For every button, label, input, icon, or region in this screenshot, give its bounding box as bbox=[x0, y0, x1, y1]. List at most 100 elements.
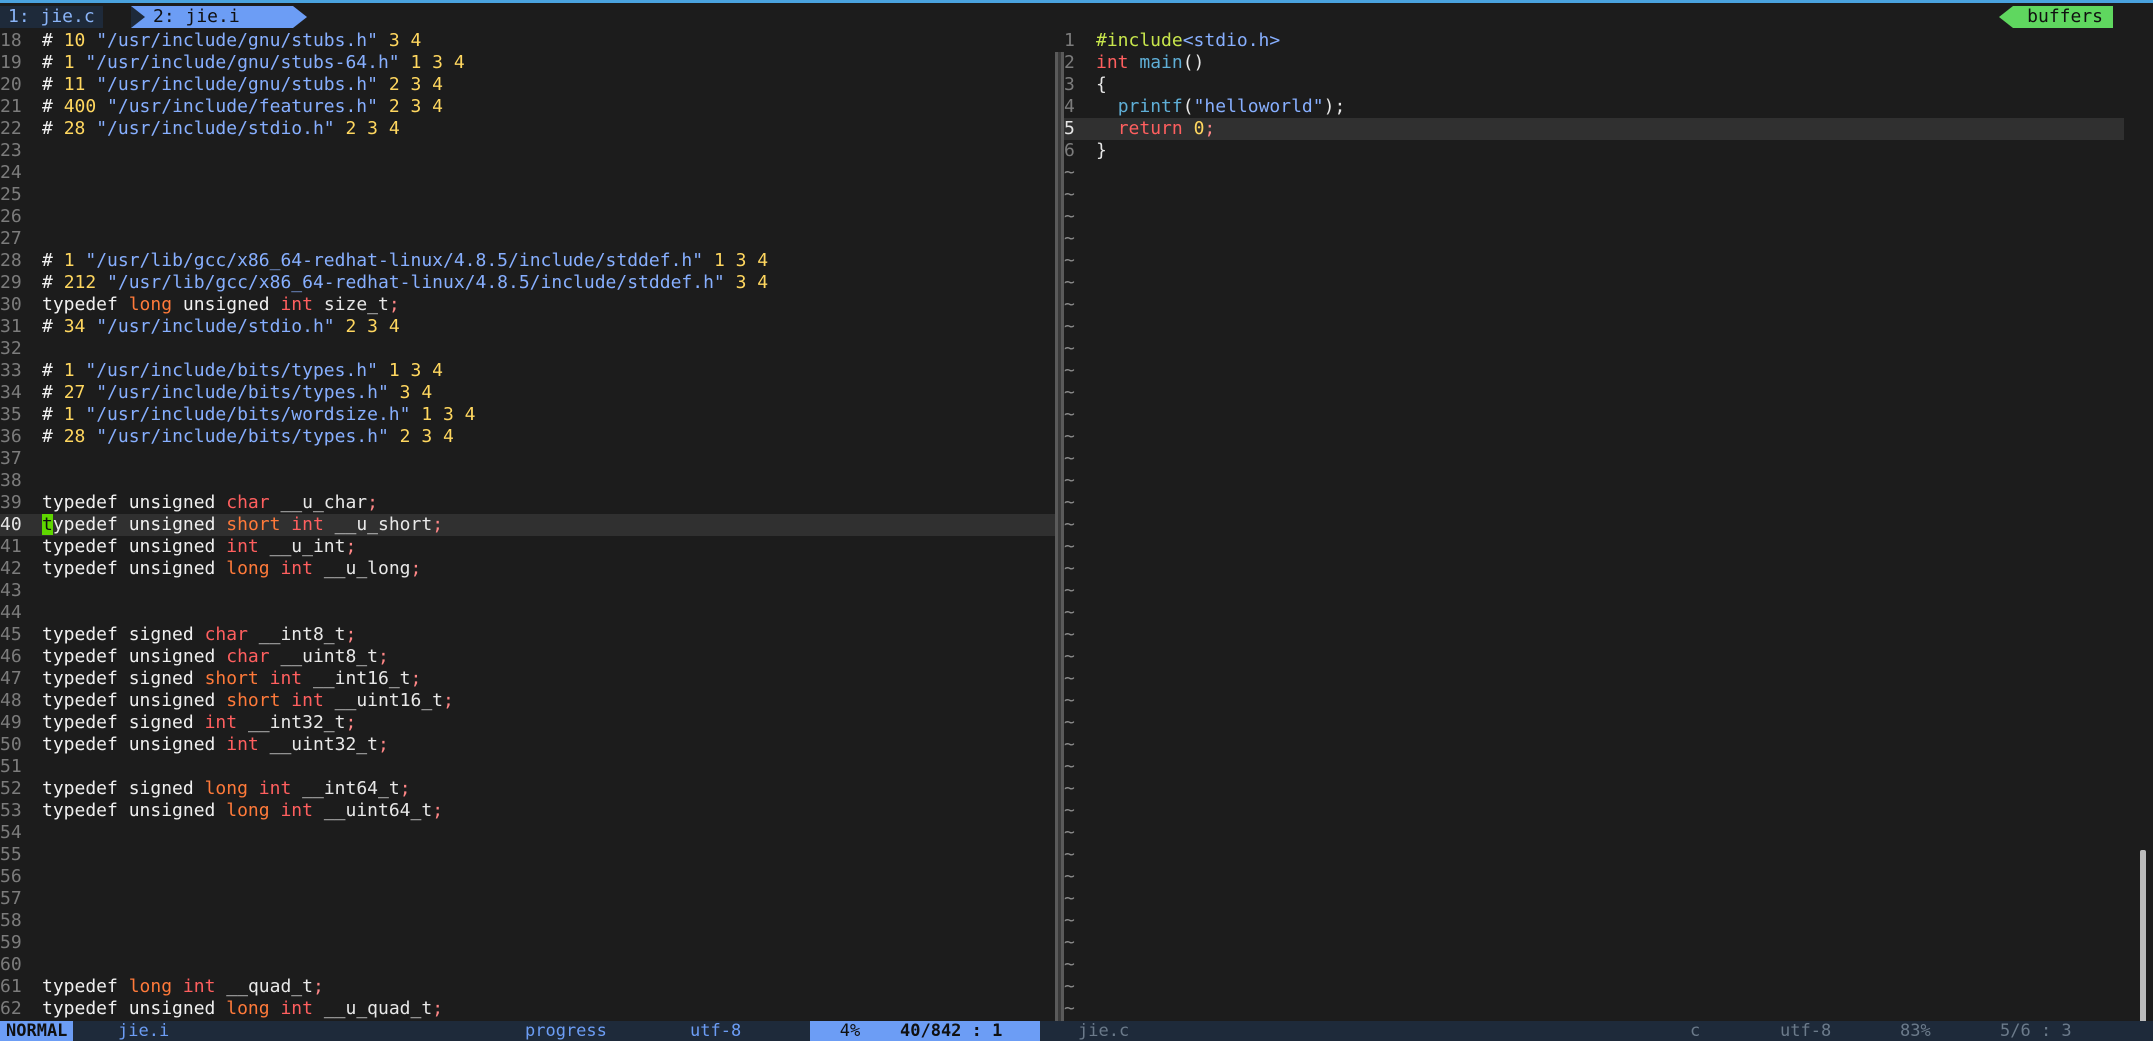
line-number: 46 bbox=[0, 646, 22, 667]
line-content: # 1 "/usr/include/bits/wordsize.h" 1 3 4 bbox=[42, 404, 476, 425]
empty-buffer-line: ~ bbox=[1064, 690, 1075, 711]
empty-buffer-line: ~ bbox=[1064, 360, 1075, 381]
status-filename: jie.i bbox=[118, 1021, 170, 1041]
left-code-line[interactable]: 21 # 400 "/usr/include/features.h" 2 3 4 bbox=[0, 96, 1055, 118]
right-code-line[interactable]: 4 printf("helloworld"); bbox=[1064, 96, 2124, 118]
line-number: 51 bbox=[0, 756, 22, 777]
left-code-line[interactable]: 34 # 27 "/usr/include/bits/types.h" 3 4 bbox=[0, 382, 1055, 404]
empty-buffer-line: ~ bbox=[1064, 426, 1075, 447]
empty-buffer-line: ~ bbox=[1064, 228, 1075, 249]
right-code-line[interactable]: 5 return 0; bbox=[1064, 118, 2124, 140]
line-number: 49 bbox=[0, 712, 22, 733]
left-code-line[interactable]: 57 bbox=[0, 888, 1055, 910]
left-code-line[interactable]: 37 bbox=[0, 448, 1055, 470]
empty-buffer-line: ~ bbox=[1064, 580, 1075, 601]
empty-buffer-line: ~ bbox=[1064, 514, 1075, 535]
left-code-line[interactable]: 50 typedef unsigned int __uint32_t; bbox=[0, 734, 1055, 756]
right-code-line[interactable]: 1 #include<stdio.h> bbox=[1064, 30, 2124, 52]
left-editor-pane[interactable]: 18 # 10 "/usr/include/gnu/stubs.h" 3 4 19 #… bbox=[0, 30, 1055, 1027]
line-number: 56 bbox=[0, 866, 22, 887]
left-code-line[interactable]: 56 bbox=[0, 866, 1055, 888]
left-code-line[interactable]: 22 # 28 "/usr/include/stdio.h" 2 3 4 bbox=[0, 118, 1055, 140]
empty-buffer-line: ~ bbox=[1064, 668, 1075, 689]
left-code-line[interactable]: 51 bbox=[0, 756, 1055, 778]
left-code-line[interactable]: 48 typedef unsigned short int __uint16_t; bbox=[0, 690, 1055, 712]
left-code-line[interactable]: 42 typedef unsigned long int __u_long; bbox=[0, 558, 1055, 580]
left-code-line[interactable]: 28 # 1 "/usr/lib/gcc/x86_64-redhat-linux/… bbox=[0, 250, 1055, 272]
left-code-line[interactable]: 27 bbox=[0, 228, 1055, 250]
line-content: typedef unsigned char __u_char; bbox=[42, 492, 378, 513]
tab-jie-i[interactable]: 2: jie.i bbox=[131, 6, 307, 28]
left-code-line[interactable]: 30 typedef long unsigned int size_t; bbox=[0, 294, 1055, 316]
left-code-line[interactable]: 25 bbox=[0, 184, 1055, 206]
line-content: typedef unsigned int __uint32_t; bbox=[42, 734, 389, 755]
line-number: 33 bbox=[0, 360, 22, 381]
left-code-line[interactable]: 58 bbox=[0, 910, 1055, 932]
left-code-line[interactable]: 53 typedef unsigned long int __uint64_t; bbox=[0, 800, 1055, 822]
left-code-line[interactable]: 32 bbox=[0, 338, 1055, 360]
line-number: 35 bbox=[0, 404, 22, 425]
left-code-line[interactable]: 45 typedef signed char __int8_t; bbox=[0, 624, 1055, 646]
line-content: typedef unsigned short int __uint16_t; bbox=[42, 690, 454, 711]
left-code-line[interactable]: 23 bbox=[0, 140, 1055, 162]
empty-buffer-line: ~ bbox=[1064, 206, 1075, 227]
line-number: 37 bbox=[0, 448, 22, 469]
left-code-line[interactable]: 55 bbox=[0, 844, 1055, 866]
right-code-line[interactable]: 3{ bbox=[1064, 74, 2124, 96]
status-right-encoding: utf-8 bbox=[1780, 1021, 1832, 1041]
left-code-line[interactable]: 59 bbox=[0, 932, 1055, 954]
left-code-line[interactable]: 24 bbox=[0, 162, 1055, 184]
left-code-line[interactable]: 40 typedef unsigned short int __u_short; bbox=[0, 514, 1055, 536]
left-code-line[interactable]: 60 bbox=[0, 954, 1055, 976]
line-content: typedef signed long int __int64_t; bbox=[42, 778, 411, 799]
left-code-line[interactable]: 36 # 28 "/usr/include/bits/types.h" 2 3 4 bbox=[0, 426, 1055, 448]
left-code-line[interactable]: 46 typedef unsigned char __uint8_t; bbox=[0, 646, 1055, 668]
line-number: 48 bbox=[0, 690, 22, 711]
left-code-line[interactable]: 31 # 34 "/usr/include/stdio.h" 2 3 4 bbox=[0, 316, 1055, 338]
left-code-line[interactable]: 54 bbox=[0, 822, 1055, 844]
line-content: typedef long int __quad_t; bbox=[42, 976, 324, 997]
line-number: 31 bbox=[0, 316, 22, 337]
line-content: typedef long unsigned int size_t; bbox=[42, 294, 400, 315]
left-code-line[interactable]: 52 typedef signed long int __int64_t; bbox=[0, 778, 1055, 800]
left-code-line[interactable]: 18 # 10 "/usr/include/gnu/stubs.h" 3 4 bbox=[0, 30, 1055, 52]
line-content: # 1 "/usr/include/gnu/stubs-64.h" 1 3 4 bbox=[42, 52, 465, 73]
left-code-line[interactable]: 43 bbox=[0, 580, 1055, 602]
empty-buffer-line: ~ bbox=[1064, 800, 1075, 821]
left-code-line[interactable]: 41 typedef unsigned int __u_int; bbox=[0, 536, 1055, 558]
left-code-line[interactable]: 20 # 11 "/usr/include/gnu/stubs.h" 2 3 4 bbox=[0, 74, 1055, 96]
empty-buffer-line: ~ bbox=[1064, 558, 1075, 579]
right-code-line[interactable]: 6} bbox=[1064, 140, 2124, 162]
left-code-line[interactable]: 44 bbox=[0, 602, 1055, 624]
left-code-line[interactable]: 38 bbox=[0, 470, 1055, 492]
window-scrollbar-thumb[interactable] bbox=[2140, 850, 2146, 1030]
empty-buffer-line: ~ bbox=[1064, 998, 1075, 1019]
left-code-line[interactable]: 39 typedef unsigned char __u_char; bbox=[0, 492, 1055, 514]
tab-jie-c[interactable]: 1: jie.c bbox=[0, 6, 103, 28]
line-number: 50 bbox=[0, 734, 22, 755]
left-code-line[interactable]: 35 # 1 "/usr/include/bits/wordsize.h" 1 3… bbox=[0, 404, 1055, 426]
left-code-line[interactable]: 47 typedef signed short int __int16_t; bbox=[0, 668, 1055, 690]
right-editor-pane[interactable]: 1 #include<stdio.h> 2 int main() 3{4 printf(… bbox=[1064, 30, 2124, 1027]
status-percent: 4% bbox=[810, 1021, 890, 1041]
empty-buffer-line: ~ bbox=[1064, 954, 1075, 975]
left-code-line[interactable]: 33 # 1 "/usr/include/bits/types.h" 1 3 4 bbox=[0, 360, 1055, 382]
left-code-line[interactable]: 26 bbox=[0, 206, 1055, 228]
line-content: printf("helloworld"); bbox=[1117, 96, 1346, 117]
left-code-line[interactable]: 19 # 1 "/usr/include/gnu/stubs-64.h" 1 3 … bbox=[0, 52, 1055, 74]
empty-buffer-line: ~ bbox=[1064, 910, 1075, 931]
line-number: 25 bbox=[0, 184, 22, 205]
left-code-line[interactable]: 29 # 212 "/usr/lib/gcc/x86_64-redhat-linu… bbox=[0, 272, 1055, 294]
empty-buffer-line: ~ bbox=[1064, 448, 1075, 469]
left-code-line[interactable]: 61 typedef long int __quad_t; bbox=[0, 976, 1055, 998]
line-number: 62 bbox=[0, 998, 22, 1019]
right-code-line[interactable]: 2 int main() bbox=[1064, 52, 2124, 74]
line-number: 34 bbox=[0, 382, 22, 403]
left-code-line[interactable]: 49 typedef signed int __int32_t; bbox=[0, 712, 1055, 734]
empty-buffer-line: ~ bbox=[1064, 162, 1075, 183]
empty-buffer-line: ~ bbox=[1064, 888, 1075, 909]
empty-buffer-line: ~ bbox=[1064, 866, 1075, 887]
line-content: typedef unsigned int __u_int; bbox=[42, 536, 357, 557]
line-content: # 28 "/usr/include/bits/types.h" 2 3 4 bbox=[42, 426, 454, 447]
left-code-line[interactable]: 62 typedef unsigned long int __u_quad_t; bbox=[0, 998, 1055, 1020]
